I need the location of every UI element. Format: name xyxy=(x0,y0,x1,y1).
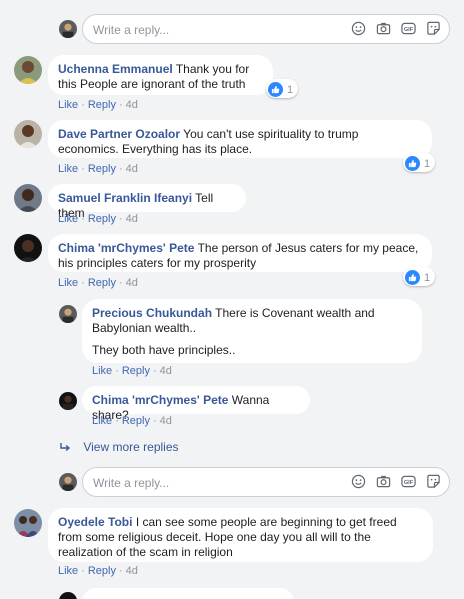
avatar[interactable] xyxy=(59,392,77,410)
reply-input[interactable]: Write a reply... GIF xyxy=(82,14,450,44)
comment-bubble: Samuel Franklin Ifeanyi Tell them xyxy=(48,184,246,220)
camera-icon[interactable] xyxy=(376,21,391,36)
svg-text:GIF: GIF xyxy=(404,27,414,33)
timestamp[interactable]: 4d xyxy=(126,213,138,225)
like-reaction-icon xyxy=(405,270,420,285)
comment-bubble: Chima 'mrChymes' Pete The person of Jesu… xyxy=(48,234,432,272)
comment-author[interactable]: Dave Partner Ozoalor xyxy=(58,127,180,141)
reply-link[interactable]: Reply xyxy=(88,99,116,111)
comment-actions: Like · Reply · 4d xyxy=(58,99,138,111)
comment-actions: Like · Reply · 4d xyxy=(58,213,138,225)
comment-bubble: Oyedele Tobi I can see some people are b… xyxy=(48,508,433,562)
reply-actions: Like · Reply · 4d xyxy=(92,415,172,427)
sticker-icon[interactable] xyxy=(426,474,441,489)
camera-icon[interactable] xyxy=(376,474,391,489)
comment-actions: Like · Reply · 4d xyxy=(58,565,138,577)
comment-author[interactable]: Oyedele Tobi xyxy=(58,515,132,529)
like-link[interactable]: Like xyxy=(92,365,112,377)
like-reaction-icon xyxy=(405,156,420,171)
gif-icon[interactable]: GIF xyxy=(401,21,416,36)
reply-author[interactable]: Precious Chukundah xyxy=(92,306,212,320)
timestamp[interactable]: 4d xyxy=(126,99,138,111)
gif-icon[interactable]: GIF xyxy=(401,474,416,489)
timestamp[interactable]: 4d xyxy=(126,163,138,175)
reply-placeholder: Write a reply... xyxy=(93,476,170,490)
avatar[interactable] xyxy=(59,473,77,491)
reply-bubble xyxy=(82,588,294,599)
reaction-badge[interactable]: 1 xyxy=(403,153,436,172)
like-link[interactable]: Like xyxy=(58,277,78,289)
reaction-count: 1 xyxy=(424,271,431,284)
avatar[interactable] xyxy=(14,509,42,537)
reply-link[interactable]: Reply xyxy=(88,213,116,225)
comment-bubble: Uchenna Emmanuel Thank you for this Peop… xyxy=(48,55,273,95)
reply-link[interactable]: Reply xyxy=(88,163,116,175)
reply-link[interactable]: Reply xyxy=(122,365,150,377)
comment-author[interactable]: Chima 'mrChymes' Pete xyxy=(58,241,194,255)
avatar[interactable] xyxy=(59,592,77,599)
view-more-replies-link[interactable]: View more replies xyxy=(60,440,179,455)
sticker-icon[interactable] xyxy=(426,21,441,36)
reaction-badge[interactable]: 1 xyxy=(266,79,299,98)
reply-input[interactable]: Write a reply... GIF xyxy=(82,467,450,497)
avatar[interactable] xyxy=(59,305,77,323)
reply-link[interactable]: Reply xyxy=(122,415,150,427)
emoji-icon[interactable] xyxy=(351,21,366,36)
reply-placeholder: Write a reply... xyxy=(93,23,170,37)
avatar[interactable] xyxy=(14,120,42,148)
reply-link[interactable]: Reply xyxy=(88,277,116,289)
avatar[interactable] xyxy=(14,184,42,212)
timestamp[interactable]: 4d xyxy=(160,365,172,377)
reply-bubble: Chima 'mrChymes' Pete Wanna share? xyxy=(82,386,310,422)
timestamp[interactable]: 4d xyxy=(126,565,138,577)
comment-bubble: Dave Partner Ozoalor You can't use spiri… xyxy=(48,120,432,158)
comment-author[interactable]: Uchenna Emmanuel xyxy=(58,62,173,76)
comment-author[interactable]: Samuel Franklin Ifeanyi xyxy=(58,191,192,205)
avatar[interactable] xyxy=(59,20,77,38)
reaction-badge[interactable]: 1 xyxy=(403,267,436,286)
reaction-count: 1 xyxy=(287,83,294,96)
reply-author[interactable]: Chima 'mrChymes' Pete xyxy=(92,393,228,407)
svg-text:GIF: GIF xyxy=(404,480,414,486)
comment-actions: Like · Reply · 4d xyxy=(58,277,138,289)
comment-actions: Like · Reply · 4d xyxy=(58,163,138,175)
reply-bubble: Precious Chukundah There is Covenant wea… xyxy=(82,299,422,363)
view-more-label: View more replies xyxy=(83,440,179,454)
timestamp[interactable]: 4d xyxy=(160,415,172,427)
emoji-icon[interactable] xyxy=(351,474,366,489)
avatar[interactable] xyxy=(14,234,42,262)
reply-arrow-icon xyxy=(60,441,74,455)
reply-link[interactable]: Reply xyxy=(88,565,116,577)
like-link[interactable]: Like xyxy=(58,213,78,225)
like-reaction-icon xyxy=(268,82,283,97)
timestamp[interactable]: 4d xyxy=(126,277,138,289)
reply-text-line2: They both have principles.. xyxy=(92,343,236,357)
like-link[interactable]: Like xyxy=(58,163,78,175)
like-link[interactable]: Like xyxy=(58,99,78,111)
reply-actions: Like · Reply · 4d xyxy=(92,365,172,377)
avatar[interactable] xyxy=(14,56,42,84)
like-link[interactable]: Like xyxy=(58,565,78,577)
reaction-count: 1 xyxy=(424,157,431,170)
like-link[interactable]: Like xyxy=(92,415,112,427)
